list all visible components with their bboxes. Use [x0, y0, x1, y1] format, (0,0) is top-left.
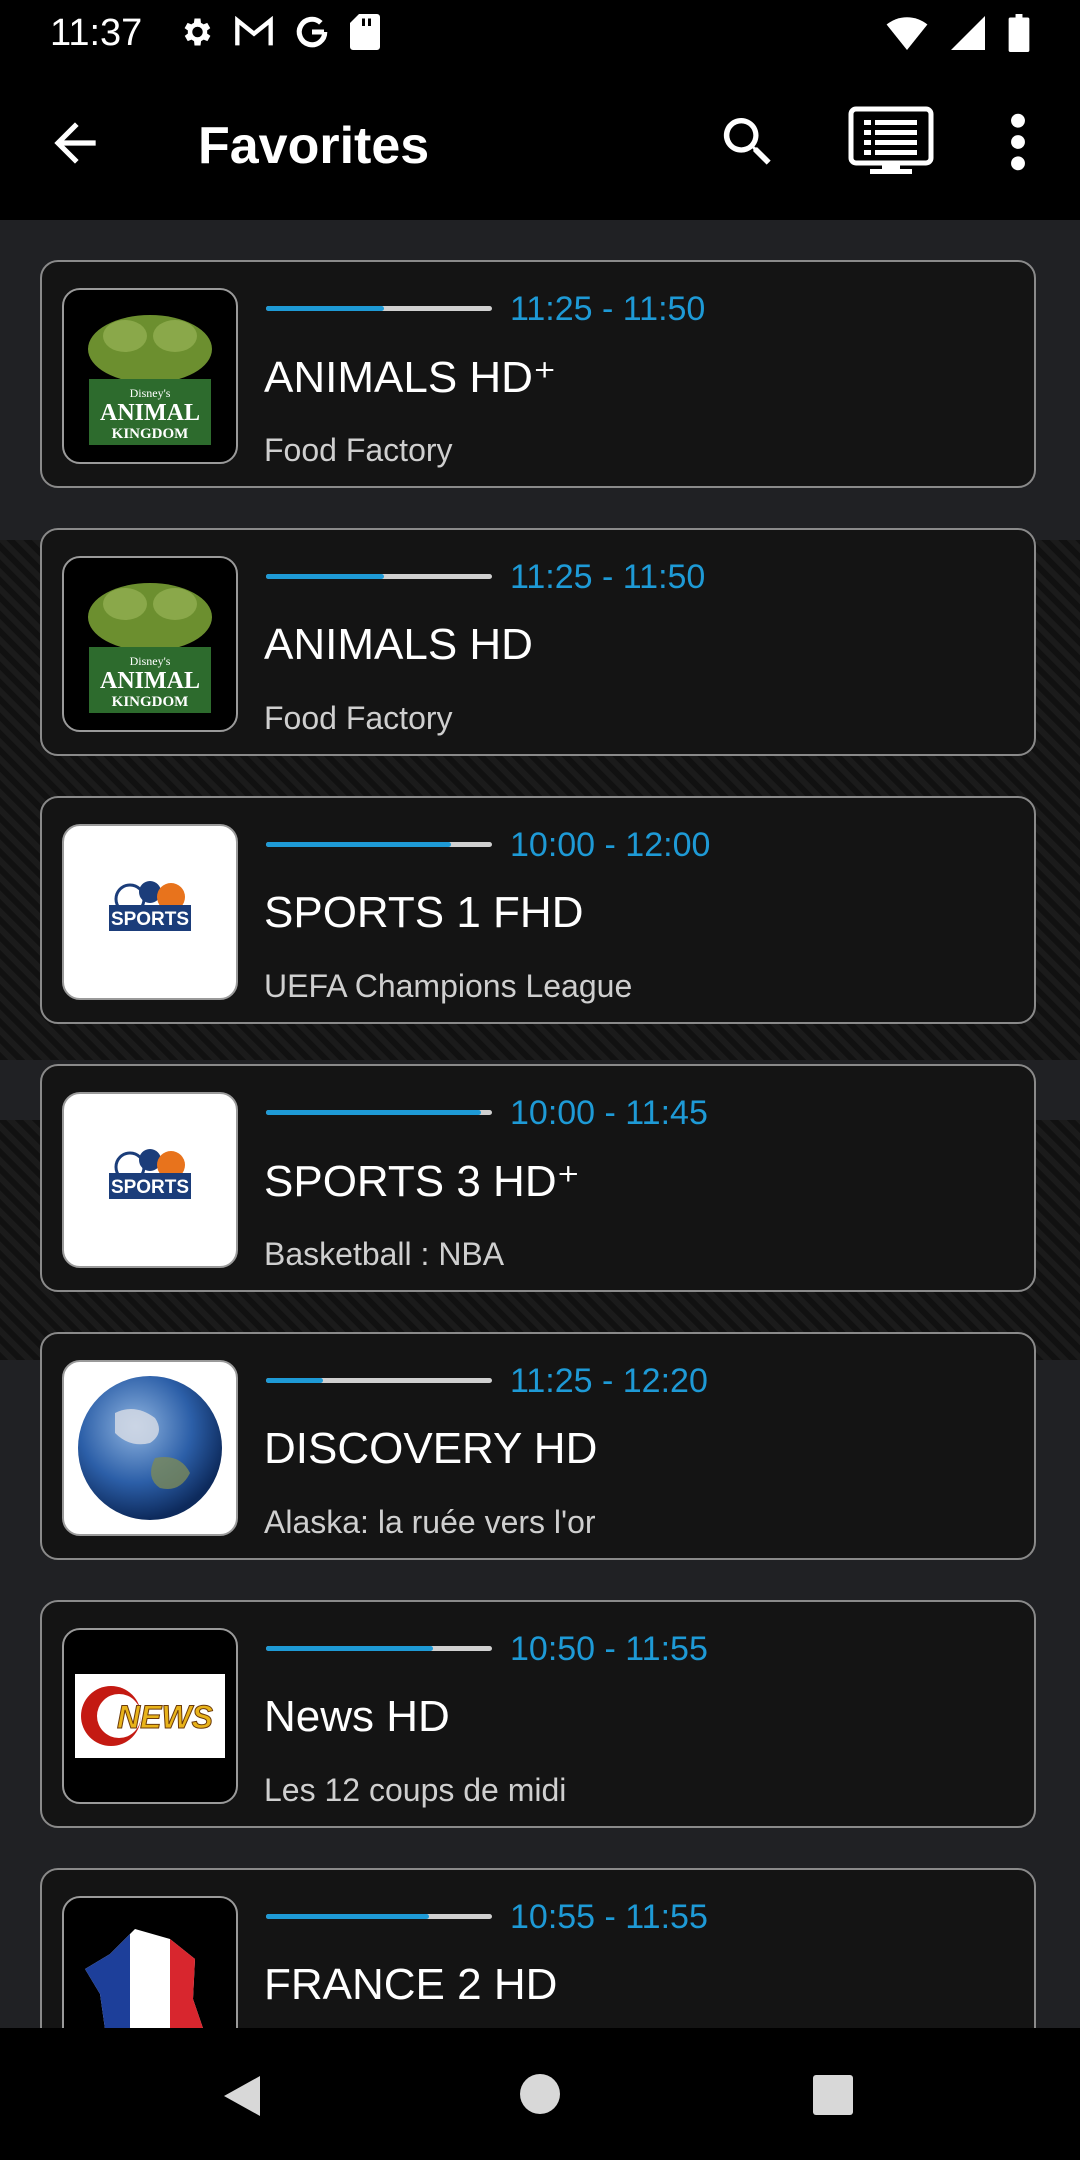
channel-name: News HD: [264, 1692, 450, 1741]
channel-logo: [62, 1896, 238, 2028]
program-title: Les 12 coups de midi: [264, 1772, 567, 1808]
news-logo: NEWS: [75, 1674, 225, 1758]
channel-list: Disney's ANIMAL KINGDOM 11:25 - 11:50 AN…: [40, 260, 1040, 2028]
progress-fill: [266, 1110, 481, 1115]
progress-fill: [266, 574, 384, 579]
program-title: Basketball : NBA: [264, 1236, 505, 1272]
time-range: 10:00 - 12:00: [510, 826, 711, 864]
gmail-icon: [235, 16, 273, 46]
logo-text: SPORTS: [111, 1177, 189, 1198]
progress-bar: [266, 842, 492, 847]
france-map-logo: [75, 1909, 225, 2028]
logo-text: SPORTS: [111, 909, 189, 930]
nav-back-button[interactable]: [220, 2072, 264, 2125]
channel-name: SPORTS 1 FHD: [264, 888, 584, 937]
search-button[interactable]: [716, 110, 780, 174]
progress-bar: [266, 574, 492, 579]
google-icon: [296, 16, 328, 48]
channel-card[interactable]: 10:55 - 11:55 FRANCE 2 HD: [40, 1868, 1036, 2028]
animal-kingdom-logo: Disney's ANIMAL KINGDOM: [75, 569, 225, 719]
progress-fill: [266, 1378, 323, 1383]
channel-name: ANIMALS HD: [264, 620, 533, 669]
progress-bar: [266, 306, 492, 311]
channel-logo: Disney's ANIMAL KINGDOM: [62, 556, 238, 732]
channel-name: DISCOVERY HD: [264, 1424, 598, 1473]
program-title: Food Factory: [264, 700, 453, 736]
channel-card[interactable]: NEWS 10:50 - 11:55 News HD Les 12 coups …: [40, 1600, 1036, 1828]
sd-card-icon: [350, 14, 380, 50]
logo-text: KINGDOM: [112, 694, 189, 710]
logo-text: NEWS: [117, 1699, 214, 1735]
channel-card[interactable]: Disney's ANIMAL KINGDOM 11:25 - 11:50 AN…: [40, 260, 1036, 488]
progress-bar: [266, 1646, 492, 1651]
globe-logo: [75, 1373, 225, 1523]
channel-card[interactable]: 11:25 - 12:20 DISCOVERY HD Alaska: la ru…: [40, 1332, 1036, 1560]
progress-fill: [266, 1646, 434, 1651]
gear-icon: [184, 18, 211, 46]
channel-logo: SPORTS: [62, 824, 238, 1000]
arrow-back-icon: [54, 122, 96, 164]
system-nav-bar: [0, 2028, 1080, 2160]
more-vert-icon: [1011, 113, 1025, 171]
nav-recents-icon: [813, 2075, 853, 2115]
sports-logo: SPORTS: [75, 837, 225, 987]
channel-logo: SPORTS: [62, 1092, 238, 1268]
notification-icons: [178, 14, 380, 50]
nav-recents-button[interactable]: [812, 2074, 854, 2121]
favorites-list-area[interactable]: Disney's ANIMAL KINGDOM 11:25 - 11:50 AN…: [0, 220, 1080, 2028]
program-title: Food Factory: [264, 432, 453, 468]
channel-logo: NEWS: [62, 1628, 238, 1804]
logo-text: ANIMAL: [100, 400, 200, 426]
logo-text: Disney's: [130, 654, 171, 668]
signal-icon: [951, 16, 985, 50]
time-range: 10:55 - 11:55: [510, 1898, 708, 1936]
search-icon: [723, 118, 771, 165]
channel-card[interactable]: SPORTS 10:00 - 11:45 SPORTS 3 HD⁺ Basket…: [40, 1064, 1036, 1292]
page-title: Favorites: [198, 117, 430, 175]
progress-bar: [266, 1378, 492, 1383]
progress-bar: [266, 1110, 492, 1115]
time-range: 11:25 - 11:50: [510, 290, 706, 328]
logo-text: ANIMAL: [100, 668, 200, 694]
battery-icon: [1008, 14, 1030, 52]
channel-card[interactable]: Disney's ANIMAL KINGDOM 11:25 - 11:50 AN…: [40, 528, 1036, 756]
animal-kingdom-logo: Disney's ANIMAL KINGDOM: [75, 301, 225, 451]
wifi-icon: [886, 17, 928, 50]
app-bar: Favorites: [0, 66, 1080, 220]
channel-logo: Disney's ANIMAL KINGDOM: [62, 288, 238, 464]
progress-fill: [266, 306, 384, 311]
program-title: UEFA Champions League: [264, 968, 633, 1004]
epg-button[interactable]: [848, 106, 934, 176]
nav-home-button[interactable]: [518, 2072, 562, 2121]
channel-name: FRANCE 2 HD: [264, 1960, 558, 2009]
logo-text: KINGDOM: [112, 426, 189, 442]
epg-icon: [848, 106, 934, 174]
time-range: 11:25 - 12:20: [510, 1362, 708, 1400]
time-range: 11:25 - 11:50: [510, 558, 706, 596]
channel-card[interactable]: SPORTS 10:00 - 12:00 SPORTS 1 FHD UEFA C…: [40, 796, 1036, 1024]
channel-name: SPORTS 3 HD⁺: [264, 1157, 580, 1206]
status-bar: 11:37: [0, 0, 1080, 66]
channel-logo: [62, 1360, 238, 1536]
channel-name: ANIMALS HD⁺: [264, 353, 557, 402]
status-time: 11:37: [50, 12, 143, 54]
progress-fill: [266, 1914, 429, 1919]
nav-back-icon: [224, 2076, 260, 2116]
time-range: 10:50 - 11:55: [510, 1630, 708, 1668]
program-title: Alaska: la ruée vers l'or: [264, 1504, 596, 1540]
sports-logo: SPORTS: [75, 1105, 225, 1255]
system-icons: [886, 14, 1030, 52]
progress-bar: [266, 1914, 492, 1919]
time-range: 10:00 - 11:45: [510, 1094, 708, 1132]
progress-fill: [266, 842, 452, 847]
nav-home-icon: [520, 2074, 560, 2114]
more-options-button[interactable]: [1000, 110, 1036, 174]
logo-text: Disney's: [130, 386, 171, 400]
back-button[interactable]: [44, 112, 106, 174]
